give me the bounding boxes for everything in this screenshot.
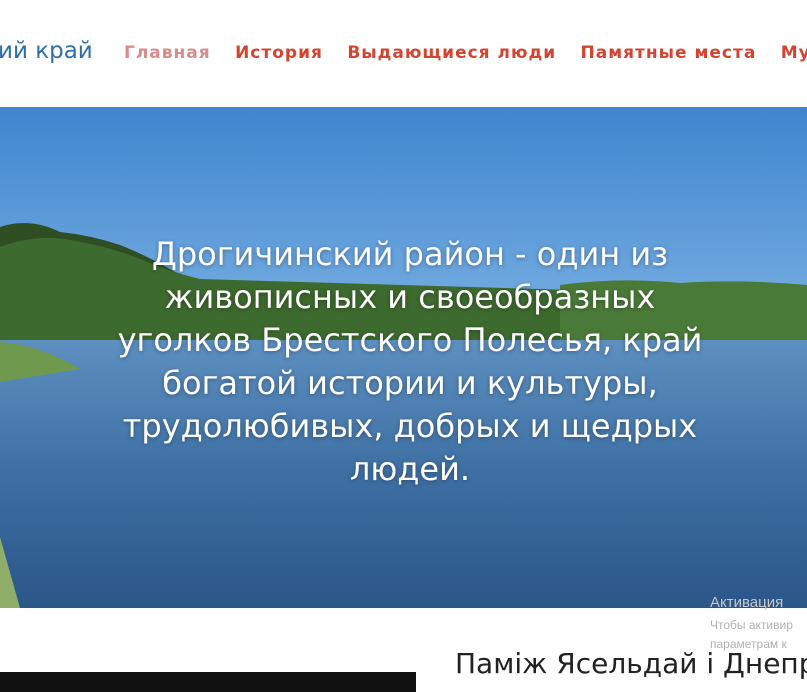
nav-item-people[interactable]: Выдающиеся люди bbox=[347, 43, 556, 63]
nav-item-home[interactable]: Главная bbox=[124, 43, 211, 63]
site-header: ий край Главная История Выдающиеся люди … bbox=[0, 0, 807, 107]
section-title: Паміж Ясельдай і Днепра bbox=[455, 647, 807, 680]
hero-banner: Дрогичинский район - один из живописных … bbox=[0, 107, 807, 608]
main-nav: Главная История Выдающиеся люди Памятные… bbox=[124, 43, 807, 63]
activation-watermark-title: Активация bbox=[710, 594, 784, 611]
nav-item-history[interactable]: История bbox=[235, 43, 323, 63]
nav-item-museums[interactable]: Музеи bbox=[781, 43, 807, 63]
nav-item-places[interactable]: Памятные места bbox=[581, 43, 757, 63]
video-player[interactable] bbox=[0, 672, 416, 692]
site-logo[interactable]: ий край bbox=[0, 38, 93, 64]
hero-text: Дрогичинский район - один из живописных … bbox=[117, 235, 703, 488]
